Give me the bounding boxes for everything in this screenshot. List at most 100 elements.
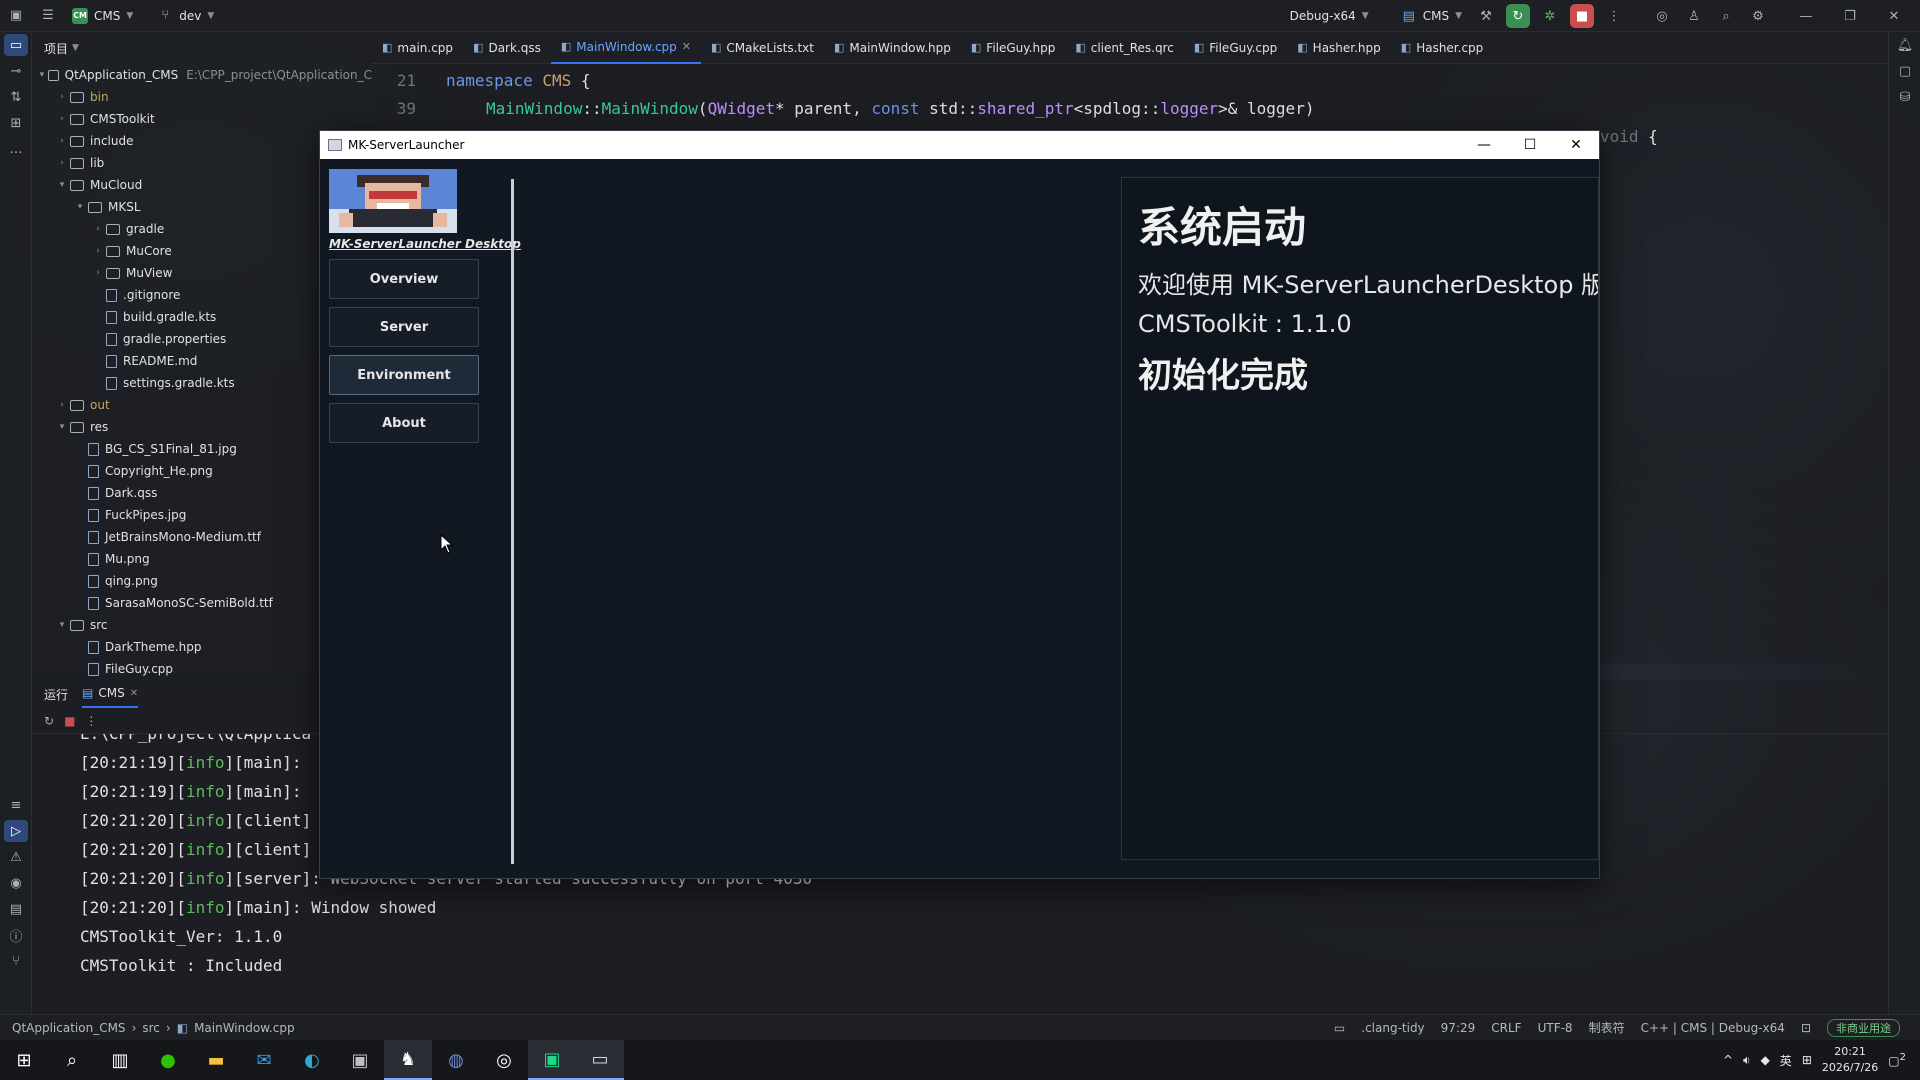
run-tool-button[interactable]: ▷ <box>4 820 28 842</box>
file-icon: ◧ <box>1400 41 1412 54</box>
close-icon[interactable]: ✕ <box>682 40 691 53</box>
nav-button-environment[interactable]: Environment <box>329 355 479 395</box>
line-ending[interactable]: CRLF <box>1491 1021 1521 1035</box>
app-minimize-button[interactable]: — <box>1461 131 1507 159</box>
nav-button-about[interactable]: About <box>329 403 479 443</box>
messages-tool-button[interactable]: ⓘ <box>0 922 32 948</box>
editor-tab[interactable]: ◧ MainWindow.cpp ✕ <box>550 32 702 64</box>
structure-tool-button[interactable]: ⊞ <box>0 110 32 136</box>
database-button[interactable]: ⛁ <box>1889 84 1920 110</box>
nav-splitter[interactable] <box>511 179 514 864</box>
git-tool-button[interactable]: ⑂ <box>0 948 32 974</box>
app-titlebar[interactable]: MK-ServerLauncher — ☐ ✕ <box>320 131 1599 159</box>
stop-icon: ■ <box>1575 8 1589 24</box>
app-maximize-button[interactable]: ☐ <box>1507 131 1553 159</box>
language-context[interactable]: C++ | CMS | Debug-x64 <box>1641 1021 1785 1035</box>
nav-button-overview[interactable]: Overview <box>329 259 479 299</box>
breadcrumb-folder[interactable]: src <box>142 1021 160 1035</box>
cursor-position[interactable]: 97:29 <box>1441 1021 1476 1035</box>
clion-app[interactable]: ▣ <box>528 1040 576 1080</box>
account-button[interactable]: ♙ <box>1682 4 1706 28</box>
lock-icon[interactable]: ⊡ <box>1801 1021 1811 1035</box>
start-button[interactable]: ⊞ <box>0 1040 48 1080</box>
rerun-icon[interactable]: ↻ <box>44 714 54 728</box>
breadcrumb-project[interactable]: QtApplication_CMS <box>12 1021 126 1035</box>
notifications-button[interactable]: 🔔︎ <box>1889 32 1920 58</box>
editor-tab[interactable]: ◧ FileGuy.hpp <box>961 32 1065 64</box>
run-tab-cms[interactable]: ▤ CMS ✕ <box>82 680 139 708</box>
volume-icon[interactable]: 🔉︎ <box>1743 1053 1751 1068</box>
file-icon <box>88 574 99 588</box>
search-button[interactable]: ⌕ <box>48 1040 96 1080</box>
app-generic[interactable]: ▣ <box>336 1040 384 1080</box>
file-encoding[interactable]: UTF-8 <box>1538 1021 1573 1035</box>
keyboard-icon[interactable]: ⊞ <box>1802 1053 1812 1067</box>
editor-tab[interactable]: ◧ Dark.qss <box>463 32 551 64</box>
wechat-app[interactable]: ● <box>144 1040 192 1080</box>
more-tools-button[interactable]: … <box>0 136 32 162</box>
stop-button[interactable]: ■ <box>1570 4 1594 28</box>
more-vertical-icon[interactable]: ⋮ <box>85 714 97 728</box>
tree-root[interactable]: ▾ QtApplication_CMS E:\CPP_project\QtApp… <box>32 64 372 86</box>
project-panel-title: 项目 <box>44 41 69 56</box>
main-menu-button[interactable]: ☰ <box>32 0 64 32</box>
window-close[interactable]: ✕ <box>1882 4 1906 28</box>
build-config-select[interactable]: Debug-x64 ▼ <box>1282 0 1377 32</box>
indent-setting[interactable]: 制表符 <box>1589 1019 1625 1036</box>
mk-launcher-app[interactable]: ▭ <box>576 1040 624 1080</box>
project-switcher[interactable]: CM CMS ▼ <box>64 0 141 32</box>
debug-button[interactable]: ✲ <box>1538 4 1562 28</box>
project-panel-header[interactable]: 项目 ▼ <box>32 32 372 64</box>
license-badge[interactable]: 非商业用途 <box>1827 1018 1900 1037</box>
explorer-app[interactable]: ▬ <box>192 1040 240 1080</box>
run-config-select[interactable]: ▤ CMS ▼ <box>1393 0 1470 32</box>
window-restore[interactable]: ❐ <box>1838 4 1862 28</box>
search-everywhere-button[interactable]: ⌕ <box>1714 4 1738 28</box>
chevron-up-icon[interactable]: ^ <box>1723 1053 1733 1067</box>
more-actions-button[interactable]: ⋮ <box>1602 4 1626 28</box>
ime-indicator[interactable]: 英 <box>1780 1052 1792 1069</box>
tree-folder[interactable]: › CMSToolkit <box>32 108 372 130</box>
terminal-tool-button[interactable]: ▤ <box>0 896 32 922</box>
discord-app[interactable]: ◍ <box>432 1040 480 1080</box>
build-button[interactable]: ⚒ <box>1474 4 1498 28</box>
ai-assistant-button[interactable]: ◎ <box>1650 4 1674 28</box>
app-brand-link[interactable]: MK-ServerLauncher Desktop <box>329 237 521 251</box>
steam-app[interactable]: ◎ <box>480 1040 528 1080</box>
branch-switcher[interactable]: ⑂ dev ▼ <box>149 0 222 32</box>
edge-app[interactable]: ◐ <box>288 1040 336 1080</box>
project-tool-button[interactable]: ▭ <box>4 34 28 56</box>
app-close-button[interactable]: ✕ <box>1553 131 1599 159</box>
editor-tab[interactable]: ◧ client_Res.qrc <box>1065 32 1184 64</box>
ai-chat-button[interactable]: ▢ <box>1889 58 1920 84</box>
notification-center[interactable]: ▢2 <box>1888 1052 1906 1068</box>
tree-folder[interactable]: › bin <box>32 86 372 108</box>
editor-tab[interactable]: ◧ main.cpp <box>372 32 463 64</box>
editor-tab[interactable]: ◧ Hasher.cpp <box>1391 32 1494 64</box>
clock[interactable]: 20:21 2026/7/26 <box>1822 1044 1878 1076</box>
breadcrumb-file[interactable]: MainWindow.cpp <box>194 1021 295 1035</box>
settings-button[interactable]: ⚙ <box>1746 4 1770 28</box>
stop-icon[interactable]: ■ <box>64 714 75 728</box>
code-line: 21 namespace CMS { <box>372 66 591 94</box>
commit-tool-button[interactable]: ⊸ <box>0 58 32 84</box>
problems-tool-button[interactable]: ⚠ <box>0 844 32 870</box>
editor-tab[interactable]: ◧ CMakeLists.txt <box>701 32 824 64</box>
nav-button-server[interactable]: Server <box>329 307 479 347</box>
todo-tool-button[interactable]: ≡ <box>0 792 32 818</box>
pull-requests-tool-button[interactable]: ⇅ <box>0 84 32 110</box>
clang-tidy-status[interactable]: .clang-tidy <box>1361 1021 1424 1035</box>
ide-logo[interactable]: ▣ <box>0 0 32 32</box>
rerun-button[interactable]: ↻ <box>1506 4 1530 28</box>
window-minimize[interactable]: — <box>1794 4 1818 28</box>
editor-tab[interactable]: ◧ FileGuy.cpp <box>1184 32 1287 64</box>
editor-tab[interactable]: ◧ Hasher.hpp <box>1287 32 1391 64</box>
services-tool-button[interactable]: ◉ <box>0 870 32 896</box>
task-view-button[interactable]: ▥ <box>96 1040 144 1080</box>
qq-app[interactable]: ♞ <box>384 1040 432 1080</box>
editor-tab[interactable]: ◧ MainWindow.hpp <box>824 32 961 64</box>
mail-app[interactable]: ✉ <box>240 1040 288 1080</box>
windows-icon: ⊞ <box>16 1049 32 1071</box>
close-icon[interactable]: ✕ <box>130 688 138 699</box>
tray-app-icon[interactable]: ◆ <box>1761 1053 1770 1067</box>
